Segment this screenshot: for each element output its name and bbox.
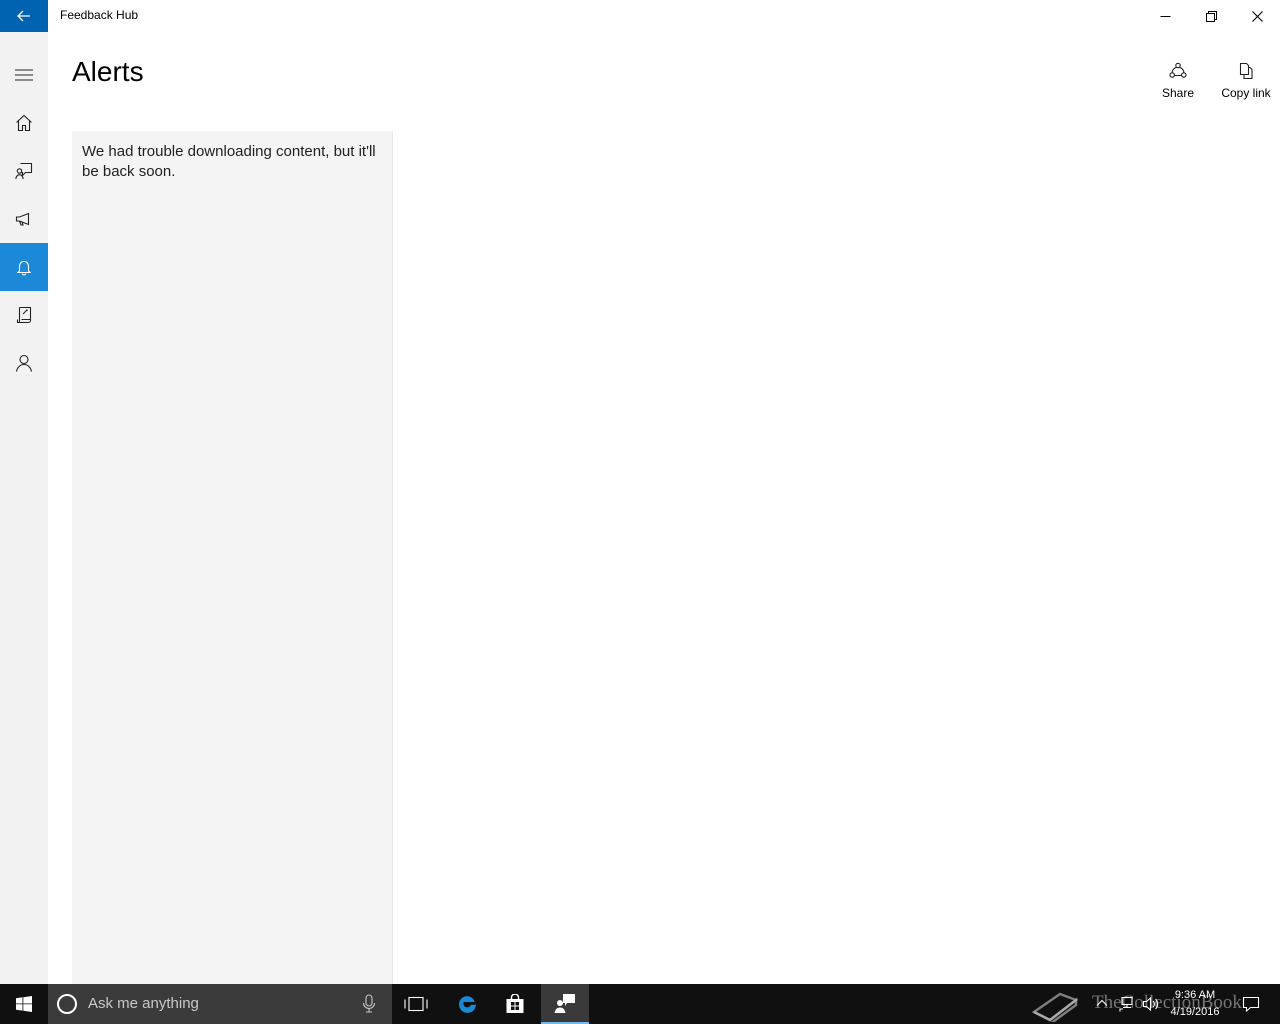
task-view-button[interactable]: [392, 984, 440, 1024]
person-icon: [15, 354, 33, 372]
show-hidden-icons-chevron-icon[interactable]: [1096, 996, 1108, 1010]
windows-logo-icon: [16, 996, 32, 1012]
copy-link-icon: [1239, 62, 1253, 80]
task-view-icon: [404, 996, 428, 1012]
nav-rail: [0, 32, 48, 984]
copy-link-button[interactable]: Copy link: [1218, 62, 1274, 100]
title-bar: Feedback Hub: [0, 0, 1280, 32]
cortana-icon: [57, 994, 77, 1014]
back-button[interactable]: [0, 0, 48, 32]
book-logo-icon: [1031, 992, 1079, 1022]
volume-icon[interactable]: [1142, 996, 1160, 1012]
hamburger-icon: [15, 69, 33, 81]
page-title: Alerts: [72, 56, 144, 87]
download-error-message: We had trouble downloading content, but …: [82, 143, 376, 180]
nav-item-feedback[interactable]: [0, 147, 48, 195]
restore-icon: [1205, 10, 1217, 22]
quests-icon: [16, 306, 32, 324]
home-icon: [16, 114, 32, 132]
alerts-list-pane: We had trouble downloading content, but …: [72, 131, 393, 984]
minimize-button[interactable]: [1142, 0, 1188, 32]
app-title: Feedback Hub: [60, 8, 139, 22]
taskbar-edge[interactable]: [443, 984, 491, 1024]
search-placeholder: Ask me anything: [88, 995, 199, 1012]
nav-item-announcements[interactable]: [0, 195, 48, 243]
copy-link-label: Copy link: [1221, 86, 1271, 100]
nav-menu-button[interactable]: [0, 51, 48, 99]
share-button[interactable]: Share: [1160, 62, 1196, 100]
action-center-icon[interactable]: [1242, 996, 1260, 1012]
feedback-icon: [15, 162, 33, 180]
store-icon: [506, 994, 524, 1013]
taskbar-feedback-hub[interactable]: [541, 984, 589, 1024]
share-icon: [1169, 62, 1187, 78]
clock-date: 4/19/2016: [1170, 1006, 1220, 1018]
nav-item-quests[interactable]: [0, 291, 48, 339]
edge-icon: [458, 996, 476, 1013]
taskbar: Ask me anything TheCollectionBook 9:36 A…: [0, 984, 1280, 1024]
announcements-icon: [15, 212, 30, 226]
restore-button[interactable]: [1188, 0, 1234, 32]
search-box[interactable]: Ask me anything: [48, 984, 392, 1024]
nav-item-profile[interactable]: [0, 339, 48, 387]
close-button[interactable]: [1234, 0, 1280, 32]
nav-item-alerts[interactable]: [0, 243, 48, 291]
start-button[interactable]: [0, 984, 48, 1024]
minimize-icon: [1160, 15, 1170, 17]
feedback-hub-icon: [554, 994, 575, 1013]
share-label: Share: [1161, 86, 1195, 100]
bell-icon: [16, 260, 32, 276]
close-icon: [1251, 10, 1263, 22]
taskbar-store[interactable]: [491, 984, 539, 1024]
clock-time: 9:36 AM: [1174, 989, 1216, 1001]
back-arrow-icon: [17, 10, 30, 22]
microphone-icon[interactable]: [362, 994, 376, 1014]
network-icon[interactable]: [1118, 996, 1134, 1012]
nav-item-home[interactable]: [0, 99, 48, 147]
